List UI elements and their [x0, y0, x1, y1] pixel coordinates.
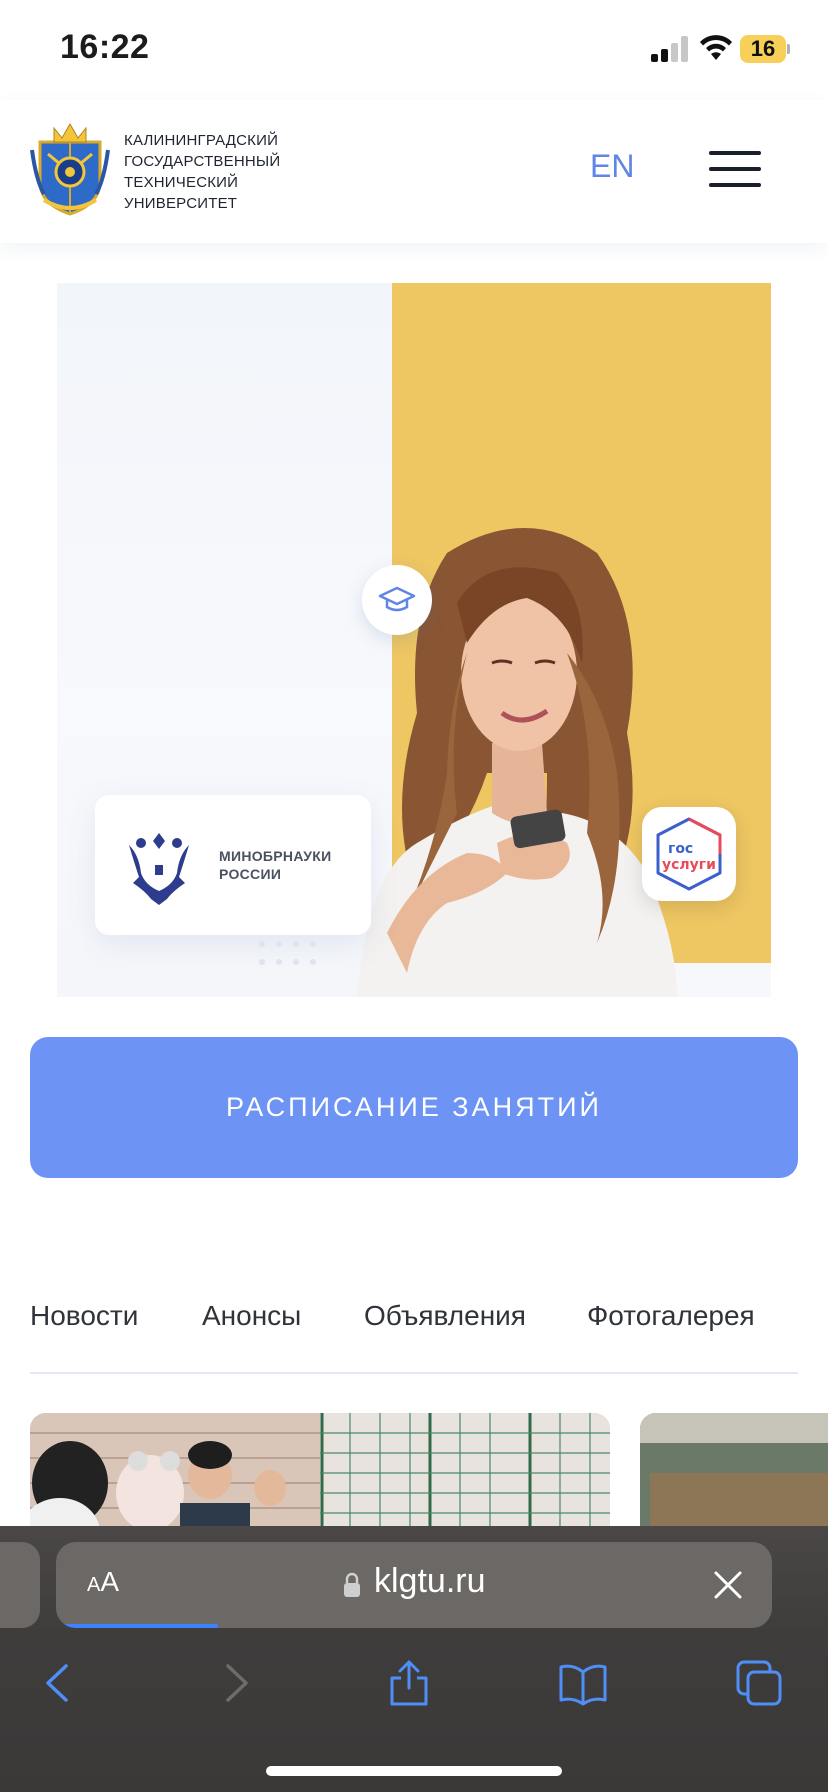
tab-news[interactable]: Новости — [30, 1300, 138, 1332]
share-icon[interactable] — [384, 1658, 434, 1708]
tab-notices[interactable]: Объявления — [364, 1300, 526, 1332]
minobrnauki-label: МИНОБРНАУКИ РОССИИ — [219, 848, 332, 882]
hero-banner[interactable]: МИНОБРНАУКИ РОССИИ гос услуги — [57, 283, 771, 997]
tab-announcements[interactable]: Анонсы — [202, 1300, 301, 1332]
svg-text:услуги: услуги — [662, 857, 716, 873]
schedule-button[interactable]: РАСПИСАНИЕ ЗАНЯТИЙ — [30, 1037, 798, 1178]
close-icon[interactable] — [713, 1570, 743, 1600]
browser-toolbar: AA klgtu.ru — [0, 1526, 828, 1792]
battery-icon: 16 — [740, 35, 790, 63]
tabs-icon[interactable] — [734, 1658, 784, 1708]
bookmarks-icon[interactable] — [558, 1658, 608, 1708]
page-load-progress — [60, 1624, 218, 1628]
battery-level: 16 — [740, 35, 786, 63]
previous-tab-peek[interactable] — [0, 1542, 40, 1628]
status-bar: 16:22 16 — [0, 0, 828, 100]
graduation-cap-icon — [362, 565, 432, 635]
forward-icon[interactable] — [210, 1658, 260, 1708]
cellular-signal-icon — [651, 36, 688, 62]
wifi-icon — [700, 35, 732, 60]
gosuslugi-logo-icon: гос услуги — [642, 807, 736, 901]
status-time: 16:22 — [60, 28, 150, 66]
url-text[interactable]: klgtu.ru — [374, 1562, 486, 1601]
site-header: КАЛИНИНГРАДСКИЙ ГОСУДАРСТВЕННЫЙ ТЕХНИЧЕС… — [0, 100, 828, 243]
tab-photo-gallery[interactable]: Фотогалерея — [587, 1300, 755, 1332]
hamburger-menu-icon[interactable] — [709, 151, 763, 187]
university-logo-icon[interactable] — [30, 120, 110, 216]
minobrnauki-card: МИНОБРНАУКИ РОССИИ — [95, 795, 371, 935]
home-indicator[interactable] — [266, 1766, 562, 1776]
russian-eagle-emblem-icon — [129, 833, 189, 905]
news-tabs: Новости Анонсы Объявления Фотогалерея — [30, 1300, 798, 1374]
language-switch-link[interactable]: EN — [590, 148, 634, 185]
address-bar[interactable]: AA klgtu.ru — [56, 1542, 772, 1628]
decorative-dots — [259, 941, 316, 965]
text-size-button[interactable]: AA — [87, 1566, 119, 1598]
lock-icon — [344, 1572, 360, 1597]
university-name[interactable]: КАЛИНИНГРАДСКИЙ ГОСУДАРСТВЕННЫЙ ТЕХНИЧЕС… — [124, 130, 324, 214]
svg-text:гос: гос — [668, 841, 693, 857]
back-icon[interactable] — [34, 1658, 84, 1708]
